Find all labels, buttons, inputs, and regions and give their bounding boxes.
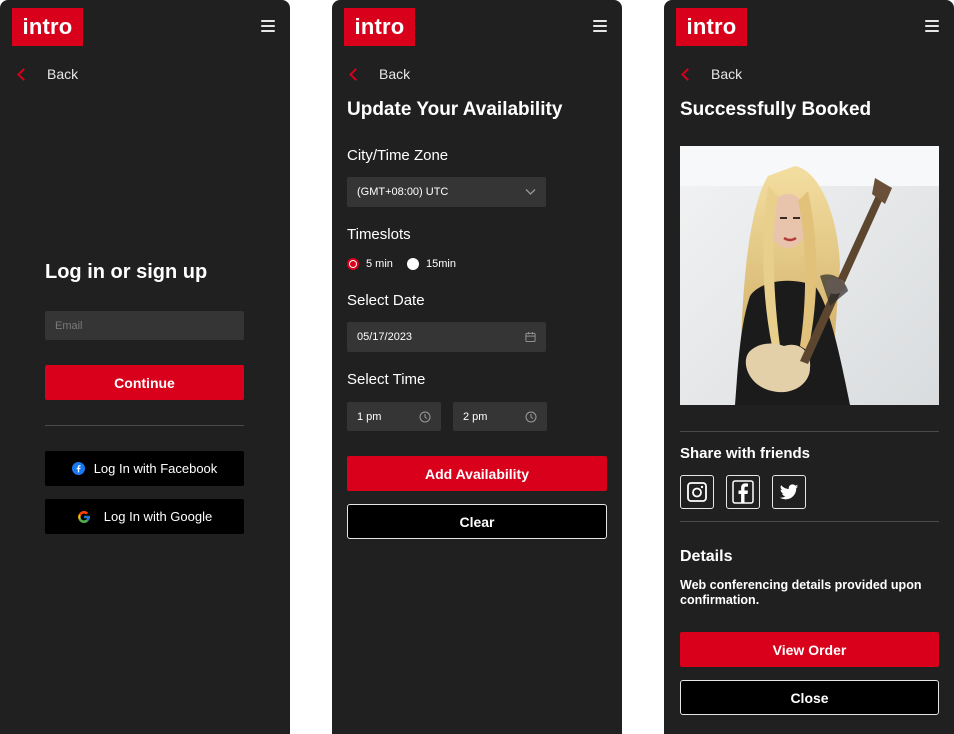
- timeslot-option-15min[interactable]: 15min: [407, 258, 456, 270]
- radio-selected-icon: [347, 258, 359, 270]
- divider: [680, 521, 939, 522]
- time-label: Select Time: [347, 371, 426, 388]
- date-field[interactable]: 05/17/2023: [347, 322, 546, 352]
- facebook-icon: [71, 462, 85, 475]
- back-button[interactable]: Back: [15, 66, 78, 82]
- chevron-left-icon: [681, 67, 694, 81]
- back-label: Back: [711, 66, 743, 82]
- intro-logo[interactable]: intro: [676, 8, 747, 46]
- instagram-icon: [687, 482, 707, 502]
- login-screen: intro Back Log in or sign up Email Conti…: [0, 0, 290, 734]
- clear-button[interactable]: Clear: [347, 504, 607, 539]
- share-label: Share with friends: [680, 445, 811, 462]
- start-time-value: 1 pm: [357, 410, 382, 423]
- continue-button[interactable]: Continue: [45, 365, 244, 400]
- timezone-value: (GMT+08:00) UTC: [357, 186, 449, 198]
- details-label: Details: [680, 548, 733, 565]
- facebook-login-label: Log In with Facebook: [93, 461, 218, 476]
- close-button[interactable]: Close: [680, 680, 939, 715]
- clock-icon: [525, 411, 537, 422]
- chevron-left-icon: [17, 67, 30, 81]
- back-button[interactable]: Back: [679, 66, 742, 82]
- google-login-button[interactable]: Log In with Google: [45, 499, 244, 534]
- menu-icon[interactable]: [261, 20, 275, 32]
- clock-icon: [419, 411, 431, 422]
- intro-logo[interactable]: intro: [344, 8, 415, 46]
- menu-icon[interactable]: [925, 20, 939, 32]
- timeslot-label: 5 min: [366, 258, 393, 270]
- timeslots-label: Timeslots: [347, 226, 411, 243]
- intro-logo[interactable]: intro: [12, 8, 83, 46]
- calendar-icon: [525, 331, 536, 343]
- radio-unselected-icon: [407, 258, 419, 270]
- booked-screen: intro Back Successfully Booked Share wit…: [664, 0, 954, 734]
- timezone-label: City/Time Zone: [347, 147, 449, 164]
- details-text: Web conferencing details provided upon c…: [680, 578, 922, 607]
- facebook-login-button[interactable]: Log In with Facebook: [45, 451, 244, 486]
- date-value: 05/17/2023: [357, 331, 413, 343]
- share-facebook-button[interactable]: [726, 475, 760, 509]
- twitter-icon: [779, 483, 799, 499]
- view-order-button[interactable]: View Order: [680, 632, 939, 667]
- page-title: Successfully Booked: [680, 99, 872, 120]
- page-title: Update Your Availability: [347, 99, 563, 120]
- timeslot-option-5min[interactable]: 5 min: [347, 258, 393, 270]
- menu-icon[interactable]: [593, 20, 607, 32]
- login-title: Log in or sign up: [45, 261, 208, 283]
- add-availability-button[interactable]: Add Availability: [347, 456, 607, 491]
- back-label: Back: [47, 66, 79, 82]
- divider: [45, 425, 244, 426]
- email-field[interactable]: Email: [45, 311, 244, 340]
- google-login-label: Log In with Google: [103, 509, 213, 524]
- chevron-left-icon: [349, 67, 362, 81]
- artist-photo: [680, 146, 939, 405]
- share-twitter-button[interactable]: [772, 475, 806, 509]
- timezone-select[interactable]: (GMT+08:00) UTC: [347, 177, 546, 207]
- divider: [680, 431, 939, 432]
- back-button[interactable]: Back: [347, 66, 410, 82]
- chevron-down-icon: [525, 189, 536, 195]
- availability-screen: intro Back Update Your Availability City…: [332, 0, 622, 734]
- timeslot-label: 15min: [426, 258, 456, 270]
- end-time-value: 2 pm: [463, 410, 488, 423]
- google-icon: [77, 510, 90, 523]
- start-time-field[interactable]: 1 pm: [347, 402, 441, 431]
- back-label: Back: [379, 66, 411, 82]
- end-time-field[interactable]: 2 pm: [453, 402, 547, 431]
- email-placeholder: Email: [55, 319, 83, 332]
- facebook-icon: [732, 480, 754, 504]
- date-label: Select Date: [347, 292, 425, 309]
- share-instagram-button[interactable]: [680, 475, 714, 509]
